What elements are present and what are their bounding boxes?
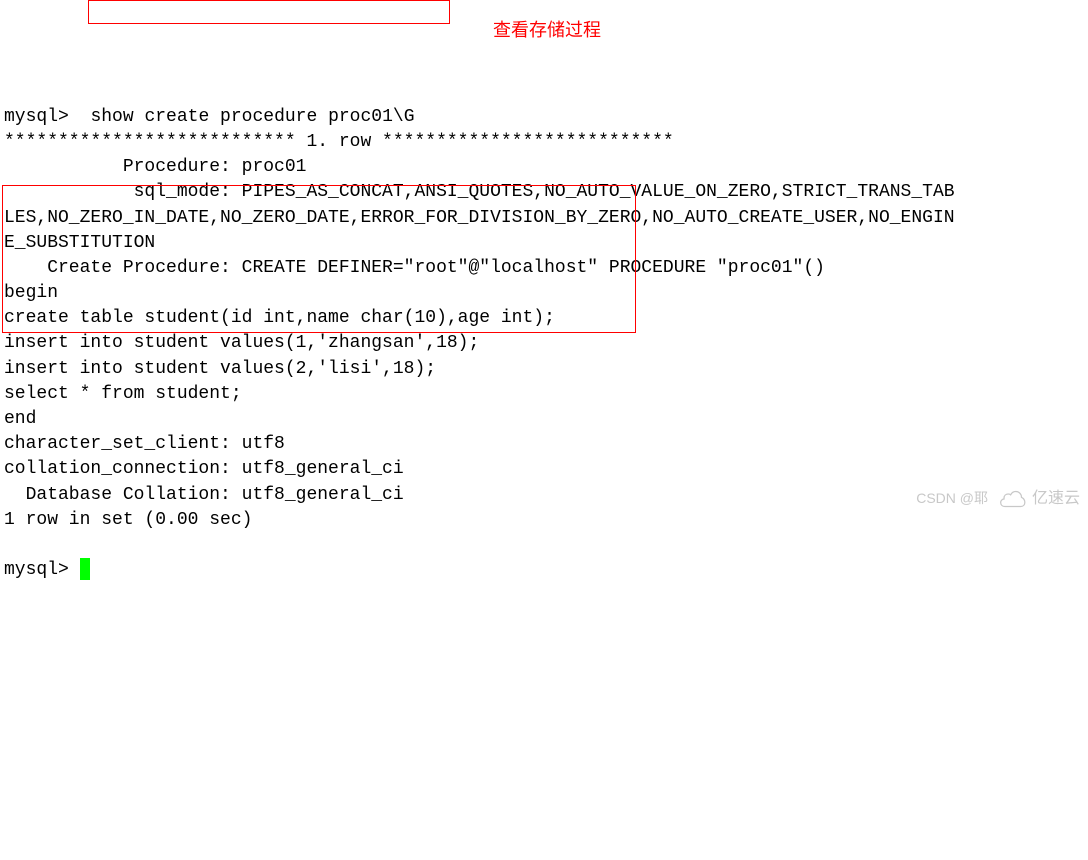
cursor-icon[interactable] bbox=[80, 558, 90, 580]
watermark-brand-logo: 亿速云 bbox=[1000, 488, 1080, 510]
proc-body-insert1: insert into student values(1,'zhangsan',… bbox=[4, 333, 479, 353]
charset-client: character_set_client: utf8 bbox=[4, 434, 285, 454]
database-collation: Database Collation: utf8_general_ci bbox=[4, 485, 404, 505]
create-procedure-line: Create Procedure: CREATE DEFINER="root"@… bbox=[4, 258, 825, 278]
sql-mode-line2: LES,NO_ZERO_IN_DATE,NO_ZERO_DATE,ERROR_F… bbox=[4, 208, 955, 228]
sql-mode-line1: sql_mode: PIPES_AS_CONCAT,ANSI_QUOTES,NO… bbox=[4, 182, 955, 202]
sql-mode-line3: E_SUBSTITUTION bbox=[4, 233, 155, 253]
proc-body-end: end bbox=[4, 409, 36, 429]
watermark-csdn: CSDN @耶 bbox=[916, 489, 988, 509]
command-input: show create procedure proc01\G bbox=[90, 107, 414, 127]
watermark-brand-text: 亿速云 bbox=[1032, 488, 1080, 510]
proc-body-create-table: create table student(id int,name char(10… bbox=[4, 308, 555, 328]
proc-body-insert2: insert into student values(2,'lisi',18); bbox=[4, 359, 436, 379]
proc-body-select: select * from student; bbox=[4, 384, 242, 404]
terminal-output: mysql> show create procedure proc01\G **… bbox=[4, 105, 1084, 584]
procedure-field: Procedure: proc01 bbox=[4, 157, 306, 177]
rows-result: 1 row in set (0.00 sec) bbox=[4, 510, 252, 530]
watermark: CSDN @耶 亿速云 bbox=[916, 488, 1080, 510]
collation-connection: collation_connection: utf8_general_ci bbox=[4, 459, 404, 479]
mysql-prompt: mysql> bbox=[4, 107, 80, 127]
proc-body-begin: begin bbox=[4, 283, 58, 303]
annotation-label: 查看存储过程 bbox=[493, 18, 601, 43]
highlight-box-command bbox=[88, 0, 450, 24]
row-separator: *************************** 1. row *****… bbox=[4, 132, 674, 152]
mysql-prompt-2: mysql> bbox=[4, 560, 80, 580]
cloud-icon bbox=[1000, 489, 1028, 509]
